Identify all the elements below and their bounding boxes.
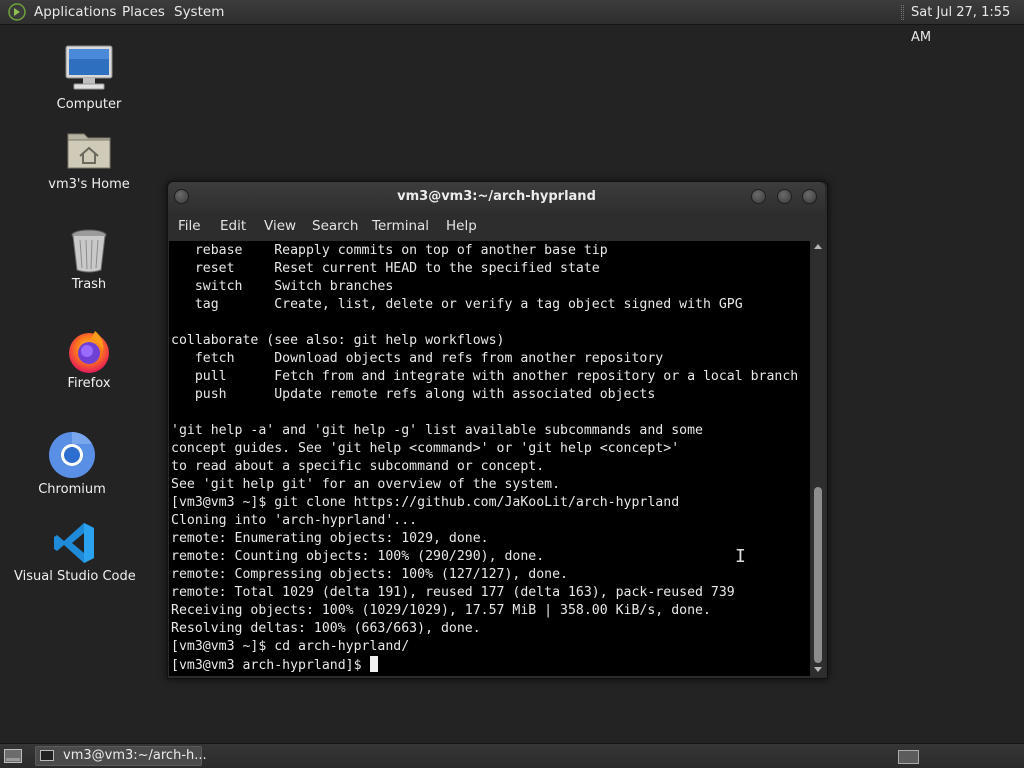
menu-help[interactable]: Help xyxy=(446,212,477,241)
terminal-line: rebase Reapply commits on top of another… xyxy=(171,243,608,258)
terminal-line: [vm3@vm3 ~]$ cd arch-hyprland/ xyxy=(171,639,410,654)
top-panel: Applications Places System Sat Jul 27, 1… xyxy=(0,0,1024,45)
trash-icon xyxy=(71,229,107,273)
terminal-text: rebase Reapply commits on top of another… xyxy=(171,242,798,675)
terminal-line: 'git help -a' and 'git help -g' list ava… xyxy=(171,423,703,438)
close-button[interactable] xyxy=(802,189,817,204)
terminal-line: tag Create, list, delete or verify a tag… xyxy=(171,297,743,312)
terminal-output[interactable]: rebase Reapply commits on top of another… xyxy=(169,241,810,676)
terminal-line: concept guides. See 'git help <command>'… xyxy=(171,441,680,456)
terminal-line: remote: Compressing objects: 100% (127/1… xyxy=(171,567,568,582)
show-desktop-icon[interactable] xyxy=(4,749,22,763)
terminal-icon xyxy=(40,750,54,761)
desktop-icon-computer[interactable]: Computer xyxy=(48,44,130,116)
menu-search[interactable]: Search xyxy=(312,212,358,241)
menu-view[interactable]: View xyxy=(264,212,296,241)
terminal-line: push Update remote refs along with assoc… xyxy=(171,387,656,402)
clock[interactable]: Sat Jul 27, 1:55 AM xyxy=(911,0,1024,45)
terminal-line: switch Switch branches xyxy=(171,279,394,294)
terminal-line: See 'git help git' for an overview of th… xyxy=(171,477,561,492)
desktop-icon-label: Visual Studio Code xyxy=(14,569,136,584)
terminal-window: vm3@vm3:~/arch-hyprland File Edit View S… xyxy=(167,181,828,679)
computer-icon xyxy=(65,45,113,90)
mate-foot-logo-icon[interactable] xyxy=(8,3,26,21)
desktop-icon-label: Trash xyxy=(71,277,107,292)
scrollbar-thumb[interactable] xyxy=(814,487,822,663)
terminal-line: pull Fetch from and integrate with anoth… xyxy=(171,369,799,384)
chromium-icon xyxy=(49,432,95,478)
terminal-menubar: File Edit View Search Terminal Help xyxy=(168,212,825,241)
terminal-line: Resolving deltas: 100% (663/663), done. xyxy=(171,621,481,636)
desktop-icon-home[interactable]: vm3's Home xyxy=(44,128,134,198)
bottom-panel: vm3@vm3:~/arch-h... xyxy=(0,743,1024,768)
scroll-up-arrow-icon[interactable] xyxy=(814,244,822,249)
terminal-line: remote: Counting objects: 100% (290/290)… xyxy=(171,549,545,564)
vscode-icon xyxy=(54,523,94,563)
desktop-icon-firefox[interactable]: Firefox xyxy=(56,327,122,395)
terminal-prompt: [vm3@vm3 arch-hyprland]$ xyxy=(171,658,370,673)
terminal-line: to read about a specific subcommand or c… xyxy=(171,459,545,474)
workspace-switcher[interactable] xyxy=(898,750,919,764)
window-titlebar[interactable]: vm3@vm3:~/arch-hyprland xyxy=(168,182,825,212)
terminal-line: Cloning into 'arch-hyprland'... xyxy=(171,513,418,528)
menu-places[interactable]: Places xyxy=(122,0,165,25)
window-title: vm3@vm3:~/arch-hyprland xyxy=(397,189,596,204)
menu-file[interactable]: File xyxy=(178,212,201,241)
desktop-icon-chromium[interactable]: Chromium xyxy=(36,431,108,497)
minimize-button[interactable] xyxy=(751,189,766,204)
menu-system[interactable]: System xyxy=(174,0,224,25)
text-cursor xyxy=(369,656,378,672)
menu-edit[interactable]: Edit xyxy=(220,212,246,241)
scroll-down-arrow-icon[interactable] xyxy=(814,667,822,672)
panel-separator xyxy=(901,5,904,20)
mouse-ibeam-cursor-icon: I xyxy=(735,546,746,567)
desktop-icon-trash[interactable]: Trash xyxy=(58,228,120,296)
desktop-icon-label: Firefox xyxy=(67,376,111,391)
terminal-scrollbar[interactable] xyxy=(811,241,825,676)
terminal-line: [vm3@vm3 ~]$ git clone https://github.co… xyxy=(171,495,680,510)
desktop-icon-label: Computer xyxy=(56,97,122,112)
firefox-icon xyxy=(69,331,109,373)
taskbar-terminal-button[interactable]: vm3@vm3:~/arch-h... xyxy=(35,746,207,766)
desktop-icon-vscode[interactable]: Visual Studio Code xyxy=(14,521,136,587)
menu-applications[interactable]: Applications xyxy=(34,0,116,25)
terminal-line: reset Reset current HEAD to the specifie… xyxy=(171,261,600,276)
terminal-line: fetch Download objects and refs from ano… xyxy=(171,351,664,366)
home-folder-icon xyxy=(67,133,111,169)
desktop-icon-label: vm3's Home xyxy=(48,177,130,192)
menu-terminal[interactable]: Terminal xyxy=(372,212,429,241)
terminal-line: Receiving objects: 100% (1029/1029), 17.… xyxy=(171,603,711,618)
maximize-button[interactable] xyxy=(777,189,792,204)
taskbar-label: vm3@vm3:~/arch-h... xyxy=(63,748,207,763)
desktop-icon-label: Chromium xyxy=(38,482,106,497)
terminal-line: collaborate (see also: git help workflow… xyxy=(171,333,505,348)
terminal-line: remote: Enumerating objects: 1029, done. xyxy=(171,531,489,546)
terminal-line: remote: Total 1029 (delta 191), reused 1… xyxy=(171,585,735,600)
